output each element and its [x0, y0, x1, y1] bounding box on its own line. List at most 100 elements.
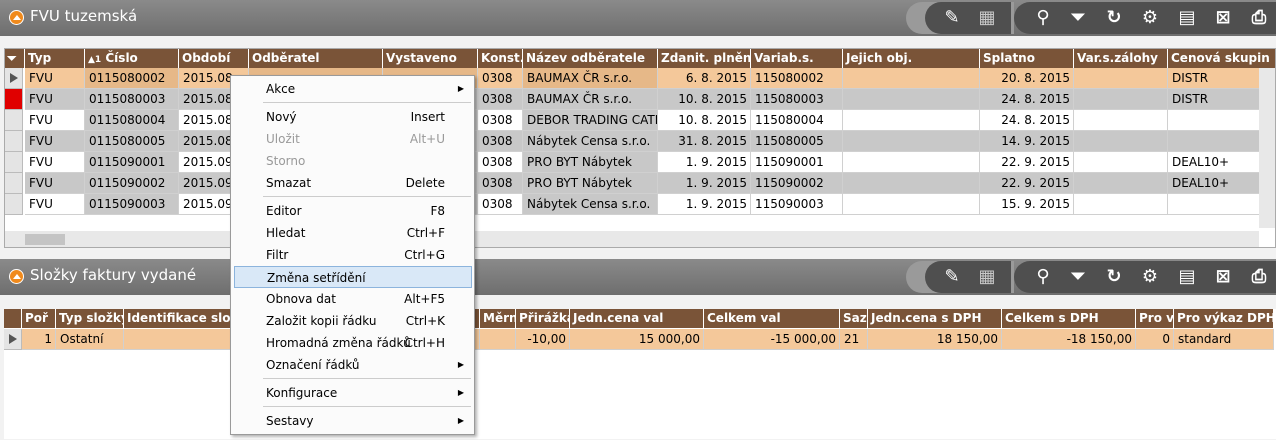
- column-header[interactable]: Pro výkaz DPH -: [1174, 309, 1274, 328]
- collapse-icon[interactable]: [9, 10, 24, 25]
- table-cell[interactable]: Ostatní: [56, 329, 124, 350]
- table-cell[interactable]: PRO BYT Nábytek: [523, 152, 658, 173]
- column-header[interactable]: Celkem s DPH: [1002, 309, 1136, 328]
- column-header[interactable]: Název odběratele: [523, 49, 658, 68]
- items-grid[interactable]: Poř Typ složky Identifikace slož Měrn Přiráž…: [4, 309, 1276, 439]
- table-cell[interactable]: Nábytek Censa s.r.o.: [523, 194, 658, 215]
- row-indicator[interactable]: [5, 131, 23, 152]
- vertical-scrollbar[interactable]: [1259, 68, 1275, 228]
- table-cell[interactable]: 10. 8. 2015: [658, 89, 751, 110]
- column-header[interactable]: Typ: [25, 49, 85, 68]
- table-cell[interactable]: [843, 194, 980, 215]
- table-cell[interactable]: BAUMAX ČR s.r.o.: [523, 68, 658, 89]
- table-cell[interactable]: [124, 329, 234, 350]
- table-cell[interactable]: [1074, 152, 1168, 173]
- search-icon[interactable]: ⚲: [1032, 7, 1054, 29]
- menu-item[interactable]: Založit kopii řádku Ctrl+K: [234, 310, 472, 332]
- menu-item[interactable]: Hledat Ctrl+F: [234, 222, 472, 244]
- print-icon[interactable]: ⎙: [1248, 266, 1270, 288]
- table-cell[interactable]: BAUMAX ČR s.r.o.: [523, 89, 658, 110]
- table-cell[interactable]: [843, 152, 980, 173]
- row-indicator[interactable]: [4, 329, 22, 350]
- menu-item[interactable]: Sestavy ▶: [234, 410, 472, 432]
- column-header[interactable]: Konst.: [478, 49, 523, 68]
- invoice-grid[interactable]: ⏷ Typ ▲1 Číslo Období Odběratel Vystaveno Kon…: [4, 48, 1276, 248]
- table-cell[interactable]: -18 150,00: [1002, 329, 1136, 350]
- table-cell[interactable]: 22. 9. 2015: [980, 152, 1074, 173]
- document-icon[interactable]: ▤: [1176, 7, 1198, 29]
- table-cell[interactable]: FVU: [25, 68, 85, 89]
- column-header[interactable]: Jejich obj.: [843, 49, 980, 68]
- table-cell[interactable]: 0115090001: [85, 152, 179, 173]
- table-cell[interactable]: [843, 131, 980, 152]
- edit-icon[interactable]: ✎: [941, 266, 963, 288]
- refresh-icon[interactable]: ↻: [1103, 266, 1125, 288]
- column-header[interactable]: Saz: [840, 309, 868, 328]
- menu-item[interactable]: Smazat Delete: [234, 172, 472, 194]
- table-cell[interactable]: 115090002: [751, 173, 843, 194]
- table-cell[interactable]: [1074, 173, 1168, 194]
- table-cell[interactable]: 115090003: [751, 194, 843, 215]
- table-cell[interactable]: 0: [1136, 329, 1174, 350]
- table-cell[interactable]: 1. 9. 2015: [658, 194, 751, 215]
- filter-corner-icon[interactable]: ⏷: [5, 49, 25, 68]
- user-settings-icon[interactable]: ⚙: [1139, 266, 1161, 288]
- table-cell[interactable]: 0308: [478, 131, 523, 152]
- table-cell[interactable]: 24. 8. 2015: [980, 89, 1074, 110]
- table-cell[interactable]: 18 150,00: [868, 329, 1002, 350]
- table-cell[interactable]: 15. 9. 2015: [980, 194, 1074, 215]
- column-header[interactable]: Identifikace slož: [124, 309, 234, 328]
- table-cell[interactable]: [1074, 131, 1168, 152]
- row-indicator[interactable]: [5, 89, 23, 110]
- column-header[interactable]: Období: [179, 49, 249, 68]
- filter-icon[interactable]: ⏷: [1067, 7, 1089, 29]
- column-header[interactable]: Var.s.zálohy: [1074, 49, 1168, 68]
- menu-item[interactable]: Změna setřídění: [234, 266, 472, 288]
- column-header[interactable]: Odběratel: [249, 49, 383, 68]
- column-header[interactable]: Typ složky: [56, 309, 124, 328]
- table-cell[interactable]: 0115090003: [85, 194, 179, 215]
- row-indicator[interactable]: [5, 110, 23, 131]
- table-cell[interactable]: 20. 8. 2015: [980, 68, 1074, 89]
- table-cell[interactable]: 0115080005: [85, 131, 179, 152]
- table-cell[interactable]: [843, 173, 980, 194]
- column-header[interactable]: Variab.s.: [751, 49, 843, 68]
- row-indicator[interactable]: [5, 194, 23, 215]
- collapse-icon[interactable]: [9, 269, 24, 284]
- menu-item[interactable]: Označení řádků ▶: [234, 354, 472, 376]
- table-cell[interactable]: FVU: [25, 89, 85, 110]
- menu-item[interactable]: Obnova dat Alt+F5: [234, 288, 472, 310]
- excel-icon[interactable]: ⊠: [1212, 7, 1234, 29]
- table-cell[interactable]: 0115080002: [85, 68, 179, 89]
- table-cell[interactable]: FVU: [25, 173, 85, 194]
- scroll-thumb[interactable]: [25, 234, 65, 245]
- table-cell[interactable]: FVU: [25, 194, 85, 215]
- row-indicator[interactable]: [5, 173, 23, 194]
- table-cell[interactable]: 15 000,00: [570, 329, 704, 350]
- row-indicator[interactable]: [5, 152, 23, 173]
- document-icon[interactable]: ▤: [1176, 266, 1198, 288]
- search-icon[interactable]: ⚲: [1032, 266, 1054, 288]
- table-cell[interactable]: FVU: [25, 152, 85, 173]
- table-cell[interactable]: 0308: [478, 152, 523, 173]
- column-header[interactable]: Přirážka: [516, 309, 570, 328]
- table-cell[interactable]: 22. 9. 2015: [980, 173, 1074, 194]
- table-cell[interactable]: 1. 9. 2015: [658, 152, 751, 173]
- user-settings-icon[interactable]: ⚙: [1139, 7, 1161, 29]
- table-cell[interactable]: 115090001: [751, 152, 843, 173]
- menu-item[interactable]: Hromadná změna řádků Ctrl+H: [234, 332, 472, 354]
- table-cell[interactable]: 0308: [478, 173, 523, 194]
- menu-item[interactable]: Filtr Ctrl+G: [234, 244, 472, 266]
- table-cell[interactable]: 6. 8. 2015: [658, 68, 751, 89]
- table-cell[interactable]: [843, 68, 980, 89]
- table-cell[interactable]: 24. 8. 2015: [980, 110, 1074, 131]
- table-cell[interactable]: -15 000,00: [704, 329, 840, 350]
- table-cell[interactable]: FVU: [25, 110, 85, 131]
- table-cell[interactable]: [843, 110, 980, 131]
- column-header[interactable]: Poř: [22, 309, 56, 328]
- column-header[interactable]: Vystaveno: [383, 49, 478, 68]
- table-cell[interactable]: [1074, 89, 1168, 110]
- table-cell[interactable]: [1074, 194, 1168, 215]
- table-cell[interactable]: [480, 329, 516, 350]
- table-cell[interactable]: 0115090002: [85, 173, 179, 194]
